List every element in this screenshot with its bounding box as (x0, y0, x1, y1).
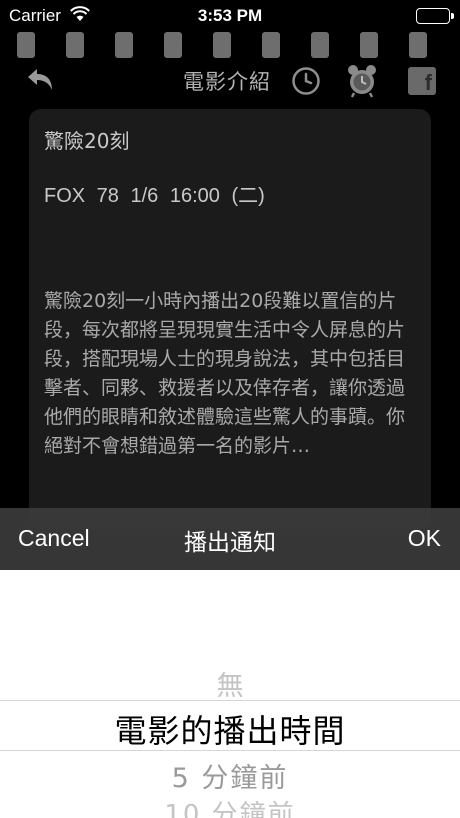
picker-option[interactable]: 10 分鐘前 (0, 794, 460, 818)
program-channel-time: FOX 78 1/6 16:00 (二) (44, 185, 265, 207)
picker-toolbar: Cancel 播出通知 OK (0, 508, 460, 570)
film-hole (164, 32, 182, 58)
program-name: 驚險20刻 (44, 129, 130, 153)
status-bar: Carrier 3:53 PM (0, 0, 460, 32)
page-title: 電影介紹 (183, 70, 271, 94)
program-info-card: 驚險20刻 FOX 78 1/6 16:00 (二) 驚險20刻一小時內播出20… (29, 109, 431, 529)
film-hole (66, 32, 84, 58)
clock-icon[interactable] (291, 66, 321, 100)
nav-bar: 電影介紹 f (0, 60, 460, 102)
status-time: 3:53 PM (197, 6, 263, 25)
facebook-icon[interactable]: f (408, 67, 436, 95)
battery-icon (416, 8, 454, 24)
picker-title: 播出通知 (184, 530, 276, 556)
film-hole (17, 32, 35, 58)
picker-option[interactable]: 5 分鐘前 (0, 756, 460, 795)
notification-picker[interactable]: 無 電影的播出時間 5 分鐘前 10 分鐘前 (0, 570, 460, 818)
film-hole (115, 32, 133, 58)
film-hole (213, 32, 231, 58)
film-hole (409, 32, 427, 58)
picker-option[interactable]: 無 (0, 664, 460, 703)
alarm-clock-icon[interactable] (346, 64, 378, 102)
back-arrow-icon[interactable] (24, 64, 58, 98)
film-hole (311, 32, 329, 58)
film-hole (360, 32, 378, 58)
ok-button[interactable]: OK (408, 525, 441, 552)
film-strip-decoration (0, 32, 460, 60)
program-description: 驚險20刻一小時內播出20段難以置信的片段，每次都將呈現現實生活中令人屏息的片段… (44, 290, 406, 457)
film-hole (262, 32, 280, 58)
picker-option-selected[interactable]: 電影的播出時間 (0, 706, 460, 752)
